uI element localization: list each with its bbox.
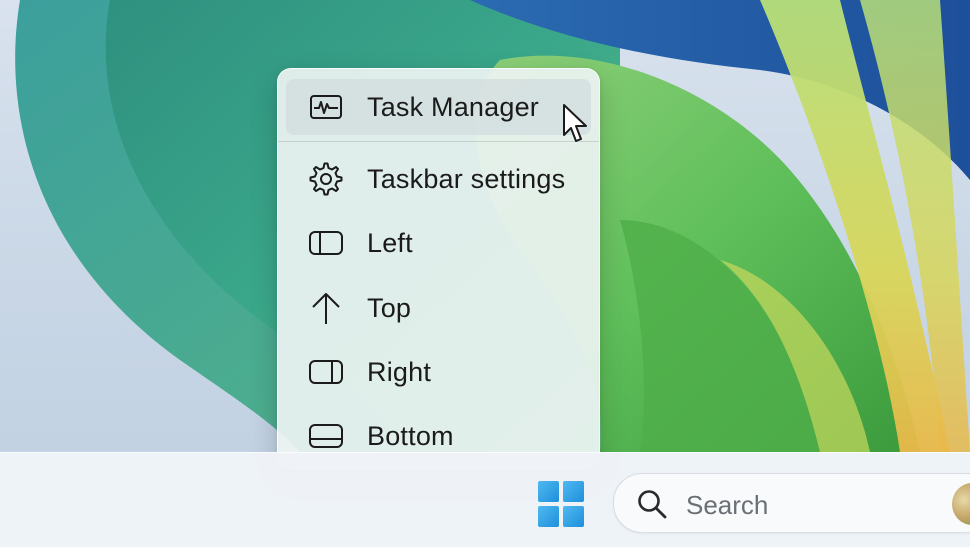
task-manager-icon [310,95,342,119]
menu-divider [278,141,599,142]
menu-item-label: Task Manager [367,92,539,122]
windows-logo-pane [538,506,559,527]
menu-item-right[interactable]: Right [286,344,591,400]
align-left-icon [309,231,343,255]
arrow-up-icon [312,293,340,324]
search-icon [638,490,667,519]
windows-logo-pane [563,506,584,527]
gear-icon [309,162,343,196]
align-right-icon [309,360,343,384]
menu-item-label: Top [367,293,412,323]
start-button[interactable] [538,481,584,527]
search-placeholder: Search [686,490,769,520]
windows-logo-pane [563,481,584,502]
menu-item-label: Taskbar settings [367,164,566,194]
search-box[interactable]: Search [613,473,970,533]
menu-item-label: Right [367,357,432,387]
taskbar: Search [0,452,970,547]
menu-item-label: Bottom [367,421,454,451]
menu-item-task-manager[interactable]: Task Manager [286,79,591,135]
menu-item-taskbar-settings[interactable]: Taskbar settings [286,151,591,207]
mouse-cursor-icon [563,104,587,142]
windows-logo-icon [538,481,559,502]
menu-item-top[interactable]: Top [286,280,591,336]
menu-item-left[interactable]: Left [286,215,591,271]
menu-item-label: Left [367,228,413,258]
align-bottom-icon [309,424,343,448]
taskbar-context-menu: Task Manager Taskbar settings Left Top R… [277,68,600,470]
